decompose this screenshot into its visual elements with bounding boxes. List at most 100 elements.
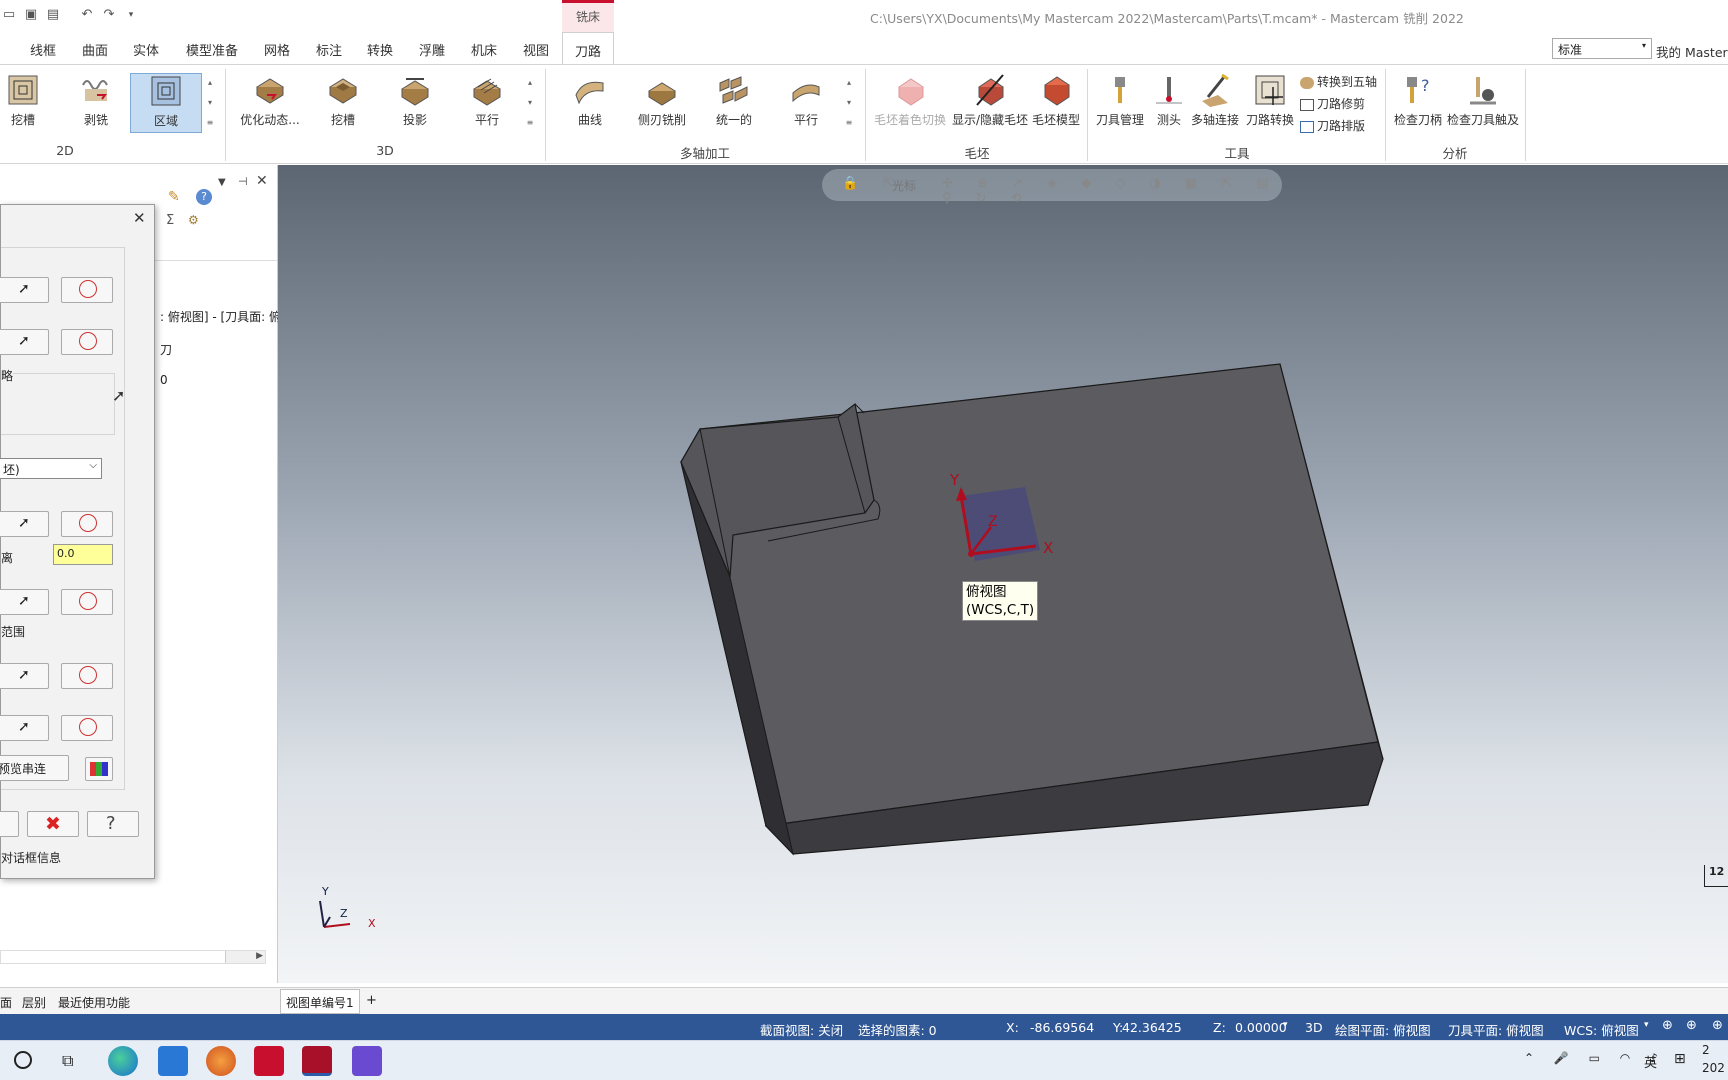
stock-shade-button[interactable]: 毛坯着色切换 <box>873 73 947 133</box>
check-holder-button[interactable]: ? 检查刀柄 <box>1392 73 1444 133</box>
tab-machine[interactable]: 机床 <box>471 40 497 59</box>
stock-combo[interactable]: 坯) ⌵ <box>0 458 102 479</box>
pocket-3d-button[interactable]: 挖槽 <box>324 73 362 133</box>
scroll-right-icon[interactable]: ▶ <box>256 951 263 961</box>
deselect-button-2[interactable] <box>61 329 113 355</box>
select-button-1[interactable]: ➚ <box>0 277 49 303</box>
swarf-button[interactable]: 侧刃铣削 <box>636 73 688 133</box>
my-mastercam-link[interactable]: 我的 Masterc <box>1656 42 1728 61</box>
dialog-close-icon[interactable]: ✕ <box>133 209 146 227</box>
undo-icon[interactable]: ↶ <box>78 6 96 24</box>
chevron-down-icon[interactable]: ▾ <box>1283 1020 1288 1030</box>
select-button-4[interactable]: ➚ <box>0 589 49 615</box>
tab-toolpaths[interactable]: 刀路 <box>562 32 615 64</box>
folder-icon[interactable]: ▤ <box>44 6 62 24</box>
select-button-3[interactable]: ➚ <box>0 511 49 537</box>
pocket-2d-button[interactable]: 挖槽 <box>4 73 42 133</box>
tab-wireframe[interactable]: 线框 <box>30 40 56 59</box>
tab-surfaces[interactable]: 曲面 <box>82 40 108 59</box>
tab-dimension[interactable]: 标注 <box>316 40 342 59</box>
style-combo[interactable]: 标准 ▾ <box>1552 38 1652 59</box>
nesting-button[interactable]: 刀路排版 <box>1300 117 1365 134</box>
close-icon[interactable]: ✕ <box>256 173 268 189</box>
preview-chain-button[interactable]: 预览串连 <box>0 755 69 781</box>
wcs-status[interactable]: WCS: 俯视图 <box>1564 1020 1639 1039</box>
deselect-button-5[interactable] <box>61 663 113 689</box>
convert-to-5axis-button[interactable]: 转换到五轴 <box>1300 73 1377 90</box>
peel-mill-button[interactable]: 剥铣 <box>74 73 118 133</box>
clock-date[interactable]: 202 <box>1702 1061 1725 1075</box>
section-view-status[interactable]: 截面视图: 关闭 <box>760 1020 843 1039</box>
clock-time[interactable]: 2 <box>1702 1043 1710 1057</box>
tab-solids[interactable]: 实体 <box>133 40 159 59</box>
tab-view[interactable]: 视图 <box>523 40 549 59</box>
area-button[interactable]: 区域 <box>130 73 202 133</box>
mode-3d-toggle[interactable]: 3D <box>1305 1020 1323 1035</box>
print-icon[interactable]: ▭ <box>0 6 18 24</box>
orange-app-icon[interactable] <box>206 1046 236 1076</box>
chevron-down-icon[interactable]: ▾ <box>1644 1020 1649 1030</box>
parallel-3d-button[interactable]: 平行 <box>468 73 506 133</box>
project-button[interactable]: 投影 <box>396 73 434 133</box>
globe-icon[interactable]: ⊕ <box>1662 1018 1673 1033</box>
probe-button[interactable]: 测头 <box>1152 73 1186 133</box>
tab-recent-functions[interactable]: 最近使用功能 <box>58 994 130 1011</box>
multiaxis-linking-button[interactable]: 多轴连接 <box>1190 73 1240 133</box>
cancel-button[interactable]: ✖ <box>27 811 79 837</box>
search-icon[interactable] <box>14 1051 32 1069</box>
edge-browser-icon[interactable] <box>108 1046 138 1076</box>
check-tool-reach-button[interactable]: 检查刀具触及 <box>1446 73 1520 133</box>
deselect-button-4[interactable] <box>61 589 113 615</box>
optirough-button[interactable]: 优化动态... <box>240 73 300 133</box>
unified-button[interactable]: 统一的 <box>712 73 756 133</box>
gallery-scroll-3d[interactable]: ▴ ▾ ≡ <box>525 73 535 133</box>
color-button[interactable] <box>85 757 113 781</box>
horizontal-scrollbar[interactable]: ▶ <box>0 950 266 964</box>
parallel-multiaxis-button[interactable]: 平行 <box>787 73 825 133</box>
trim-toolpath-button[interactable]: 刀路修剪 <box>1300 95 1365 112</box>
panel-dropdown-icon[interactable]: ▼ <box>218 177 226 188</box>
tool-plane-status[interactable]: 刀具平面: 俯视图 <box>1448 1020 1544 1039</box>
input-mode-icon[interactable]: ⊞ <box>1674 1051 1686 1067</box>
edit-icon[interactable]: ✎ <box>168 189 180 205</box>
select-button-6[interactable]: ➚ <box>0 715 49 741</box>
tool-manager-button[interactable]: 刀具管理 <box>1094 73 1146 133</box>
tab-transform[interactable]: 转换 <box>367 40 393 59</box>
sigma-icon[interactable]: Σ <box>166 213 174 228</box>
select-button-2[interactable]: ➚ <box>0 329 49 355</box>
gallery-scroll-2d[interactable]: ▴ ▾ ≡ <box>205 73 215 133</box>
tab-model-prep[interactable]: 模型准备 <box>186 40 238 59</box>
feishu-app-icon[interactable] <box>158 1046 188 1076</box>
graphics-viewport[interactable]: 光标 🔒 ⇱ ✣ ⊕ ➚ ◈ ◆ ◇ ◑ ▦ ⇱ ▤ ⚲ ↻ ⟲ Y Z X 俯… <box>278 165 1728 983</box>
globe-icon[interactable]: ⊕ <box>1686 1018 1697 1033</box>
tab-mesh[interactable]: 网格 <box>264 40 290 59</box>
gallery-scroll-multiaxis[interactable]: ▴ ▾ ≡ <box>844 73 854 133</box>
save-icon[interactable]: ▣ <box>22 6 40 24</box>
transform-toolpath-button[interactable]: 刀路转换 <box>1244 73 1296 133</box>
add-view-sheet-button[interactable]: + <box>366 993 377 1008</box>
distance-input[interactable]: 0.0 <box>53 544 113 565</box>
select-button-5[interactable]: ➚ <box>0 663 49 689</box>
deselect-button-6[interactable] <box>61 715 113 741</box>
settings-icon[interactable]: ⚙ <box>188 213 199 227</box>
ok-button[interactable] <box>0 811 19 837</box>
stock-model-button[interactable]: 毛坯模型 <box>1032 73 1080 133</box>
drawing-plane-status[interactable]: 绘图平面: 俯视图 <box>1335 1020 1431 1039</box>
pin-icon[interactable]: ⊣ <box>238 175 248 188</box>
solidworks-2020-icon[interactable] <box>254 1046 284 1076</box>
tab-planes[interactable]: 面 <box>0 994 12 1011</box>
tab-levels[interactable]: 层别 <box>22 994 46 1011</box>
help-button[interactable]: ? <box>87 811 139 837</box>
view-sheet-tab[interactable]: 视图单编号1 <box>280 989 360 1014</box>
redo-icon[interactable]: ↷ <box>100 6 118 24</box>
deselect-button-3[interactable] <box>61 511 113 537</box>
show-hide-stock-button[interactable]: 显示/隐藏毛坯 <box>952 73 1028 133</box>
scrollbar-thumb[interactable] <box>1 951 226 963</box>
task-view-icon[interactable]: ⧉ <box>62 1051 73 1071</box>
help-icon[interactable]: ? <box>196 189 212 205</box>
purple-app-icon[interactable] <box>352 1046 382 1076</box>
globe-icon[interactable]: ⊕ <box>1712 1018 1723 1033</box>
deselect-button-1[interactable] <box>61 277 113 303</box>
curve-button[interactable]: 曲线 <box>570 73 610 133</box>
tab-relief[interactable]: 浮雕 <box>419 40 445 59</box>
